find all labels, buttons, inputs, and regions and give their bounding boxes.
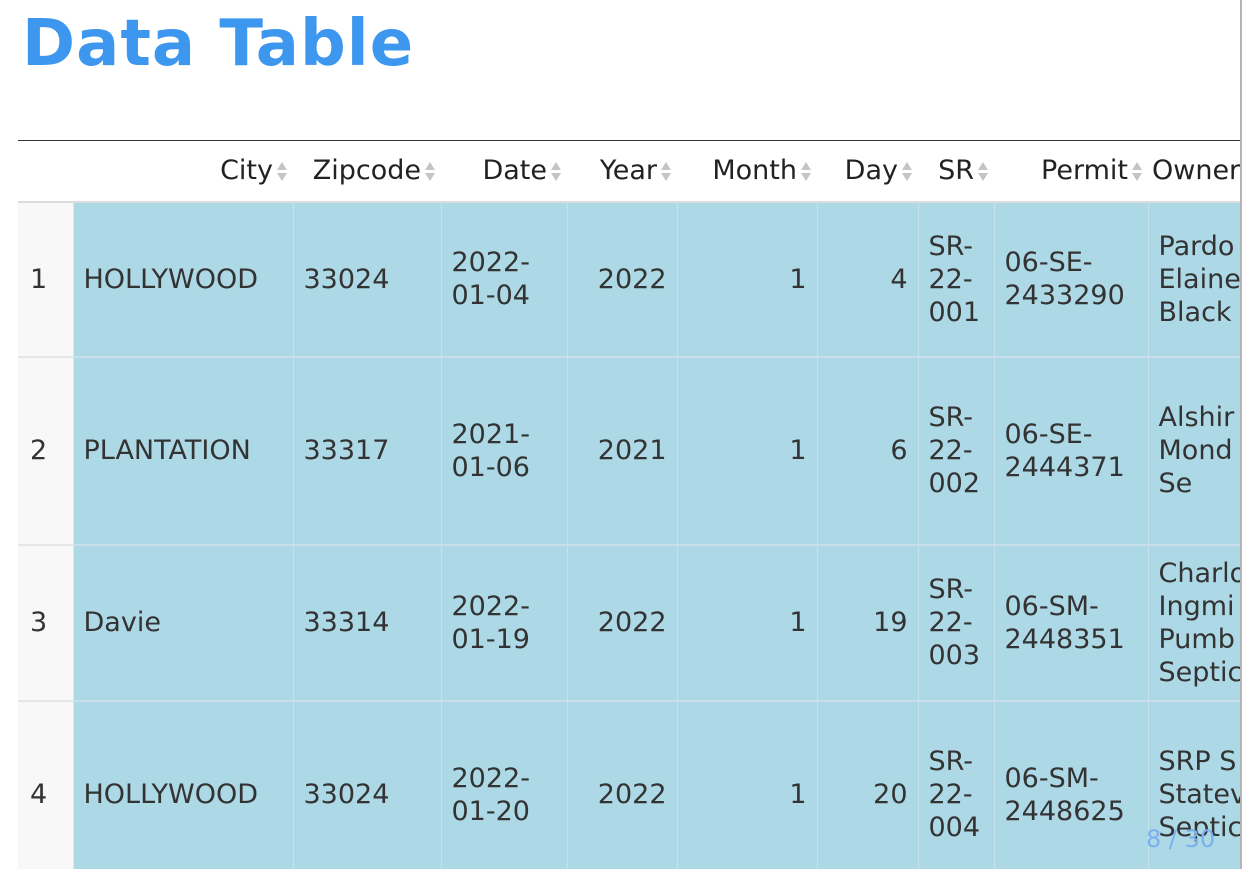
permit-cell: 06-SM-2448625 (994, 700, 1149, 869)
sort-icon[interactable] (425, 162, 435, 182)
column-header-label: Zipcode (312, 155, 421, 187)
sr-cell: SR-22-003 (918, 544, 995, 702)
page: Data Table City Zipcode Date Year Month … (0, 0, 1243, 869)
column-header-label: Month (712, 155, 797, 187)
zipcode-cell: 33024 (293, 201, 442, 358)
owner-cell: Alshir Mond Top Se (1148, 356, 1240, 546)
city-cell: Davie (73, 544, 294, 702)
row-index-cell: 4 (18, 700, 74, 869)
column-header-label: Year (599, 155, 657, 187)
sort-icon[interactable] (978, 162, 988, 182)
sort-icon[interactable] (277, 162, 287, 182)
data-table-container[interactable]: City Zipcode Date Year Month Day SR Perm… (18, 140, 1240, 869)
year-cell: 2022 (567, 544, 678, 702)
month-cell: 1 (677, 544, 818, 702)
zipcode-cell: 33317 (293, 356, 442, 546)
year-cell: 2021 (567, 356, 678, 546)
column-header-city[interactable]: City (73, 140, 293, 203)
sort-icon[interactable] (801, 162, 811, 182)
column-header-sr[interactable]: SR (918, 140, 994, 203)
sort-icon[interactable] (551, 162, 561, 182)
zipcode-cell: 33024 (293, 700, 442, 869)
row-index-cell: 2 (18, 356, 74, 546)
year-cell: 2022 (567, 700, 678, 869)
row-index-cell: 3 (18, 544, 74, 702)
date-cell: 2022-01-04 (441, 201, 568, 358)
page-title: Data Table (22, 7, 415, 81)
table-row[interactable]: 1 HOLLYWOOD 33024 2022-01-04 2022 1 4 SR… (18, 201, 1240, 358)
date-cell: 2022-01-19 (441, 544, 568, 702)
permit-cell: 06-SE-2433290 (994, 201, 1149, 358)
table-row[interactable]: 3 Davie 33314 2022-01-19 2022 1 19 SR-22… (18, 544, 1240, 702)
permit-cell: 06-SE-2444371 (994, 356, 1149, 546)
sort-icon[interactable] (1132, 162, 1142, 182)
column-header-label: SR (938, 155, 974, 187)
owner-cell: Pardo Elaine Black Co (1148, 201, 1240, 358)
date-cell: 2021-01-06 (441, 356, 568, 546)
column-header-owner[interactable]: Owner (1148, 140, 1240, 203)
page-counter: 8 / 30 (1146, 825, 1216, 853)
scroll-edge (1240, 0, 1242, 869)
column-header-day[interactable]: Day (817, 140, 918, 203)
day-cell: 19 (817, 544, 919, 702)
permit-cell: 06-SM-2448351 (994, 544, 1149, 702)
column-header-label: Date (482, 155, 547, 187)
sr-cell: SR-22-002 (918, 356, 995, 546)
data-table: City Zipcode Date Year Month Day SR Perm… (18, 140, 1240, 869)
table-header-row: City Zipcode Date Year Month Day SR Perm… (18, 140, 1240, 203)
column-header-date[interactable]: Date (441, 140, 567, 203)
sr-cell: SR-22-004 (918, 700, 995, 869)
day-cell: 6 (817, 356, 919, 546)
column-header-label: Day (844, 155, 898, 187)
sort-icon[interactable] (661, 162, 671, 182)
month-cell: 1 (677, 356, 818, 546)
city-cell: HOLLYWOOD (73, 201, 294, 358)
year-cell: 2022 (567, 201, 678, 358)
day-cell: 4 (817, 201, 919, 358)
month-cell: 1 (677, 201, 818, 358)
city-cell: PLANTATION (73, 356, 294, 546)
column-header-permit[interactable]: Permit (994, 140, 1148, 203)
date-cell: 2022-01-20 (441, 700, 568, 869)
owner-cell: Charlo Ingmi Pumb Septic (1148, 544, 1240, 702)
column-header-index (18, 140, 73, 203)
sr-cell: SR-22-001 (918, 201, 995, 358)
table-row[interactable]: 2 PLANTATION 33317 2021-01-06 2021 1 6 S… (18, 356, 1240, 546)
row-index-cell: 1 (18, 201, 74, 358)
city-cell: HOLLYWOOD (73, 700, 294, 869)
day-cell: 20 (817, 700, 919, 869)
column-header-zipcode[interactable]: Zipcode (293, 140, 441, 203)
sort-icon[interactable] (902, 162, 912, 182)
column-header-label: Permit (1041, 155, 1128, 187)
table-row[interactable]: 4 HOLLYWOOD 33024 2022-01-20 2022 1 20 S… (18, 700, 1240, 869)
month-cell: 1 (677, 700, 818, 869)
zipcode-cell: 33314 (293, 544, 442, 702)
column-header-year[interactable]: Year (567, 140, 677, 203)
column-header-month[interactable]: Month (677, 140, 817, 203)
column-header-label: City (220, 155, 273, 187)
column-header-label: Owner (1152, 155, 1240, 187)
